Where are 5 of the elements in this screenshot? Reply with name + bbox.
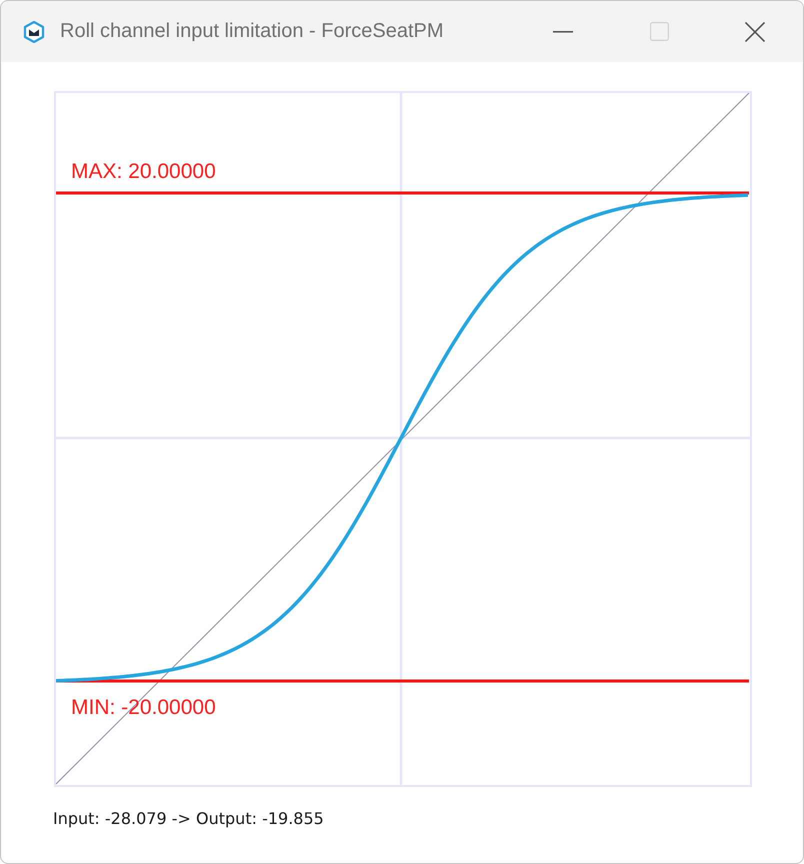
min-label: MIN: -20.00000 <box>71 696 216 719</box>
app-icon <box>23 20 45 42</box>
input-output-readout: Input: -28.079 -> Output: -19.855 <box>53 809 324 828</box>
window-title: Roll channel input limitation - ForceSeatPM <box>60 20 444 43</box>
max-label: MAX: 20.00000 <box>71 160 216 183</box>
